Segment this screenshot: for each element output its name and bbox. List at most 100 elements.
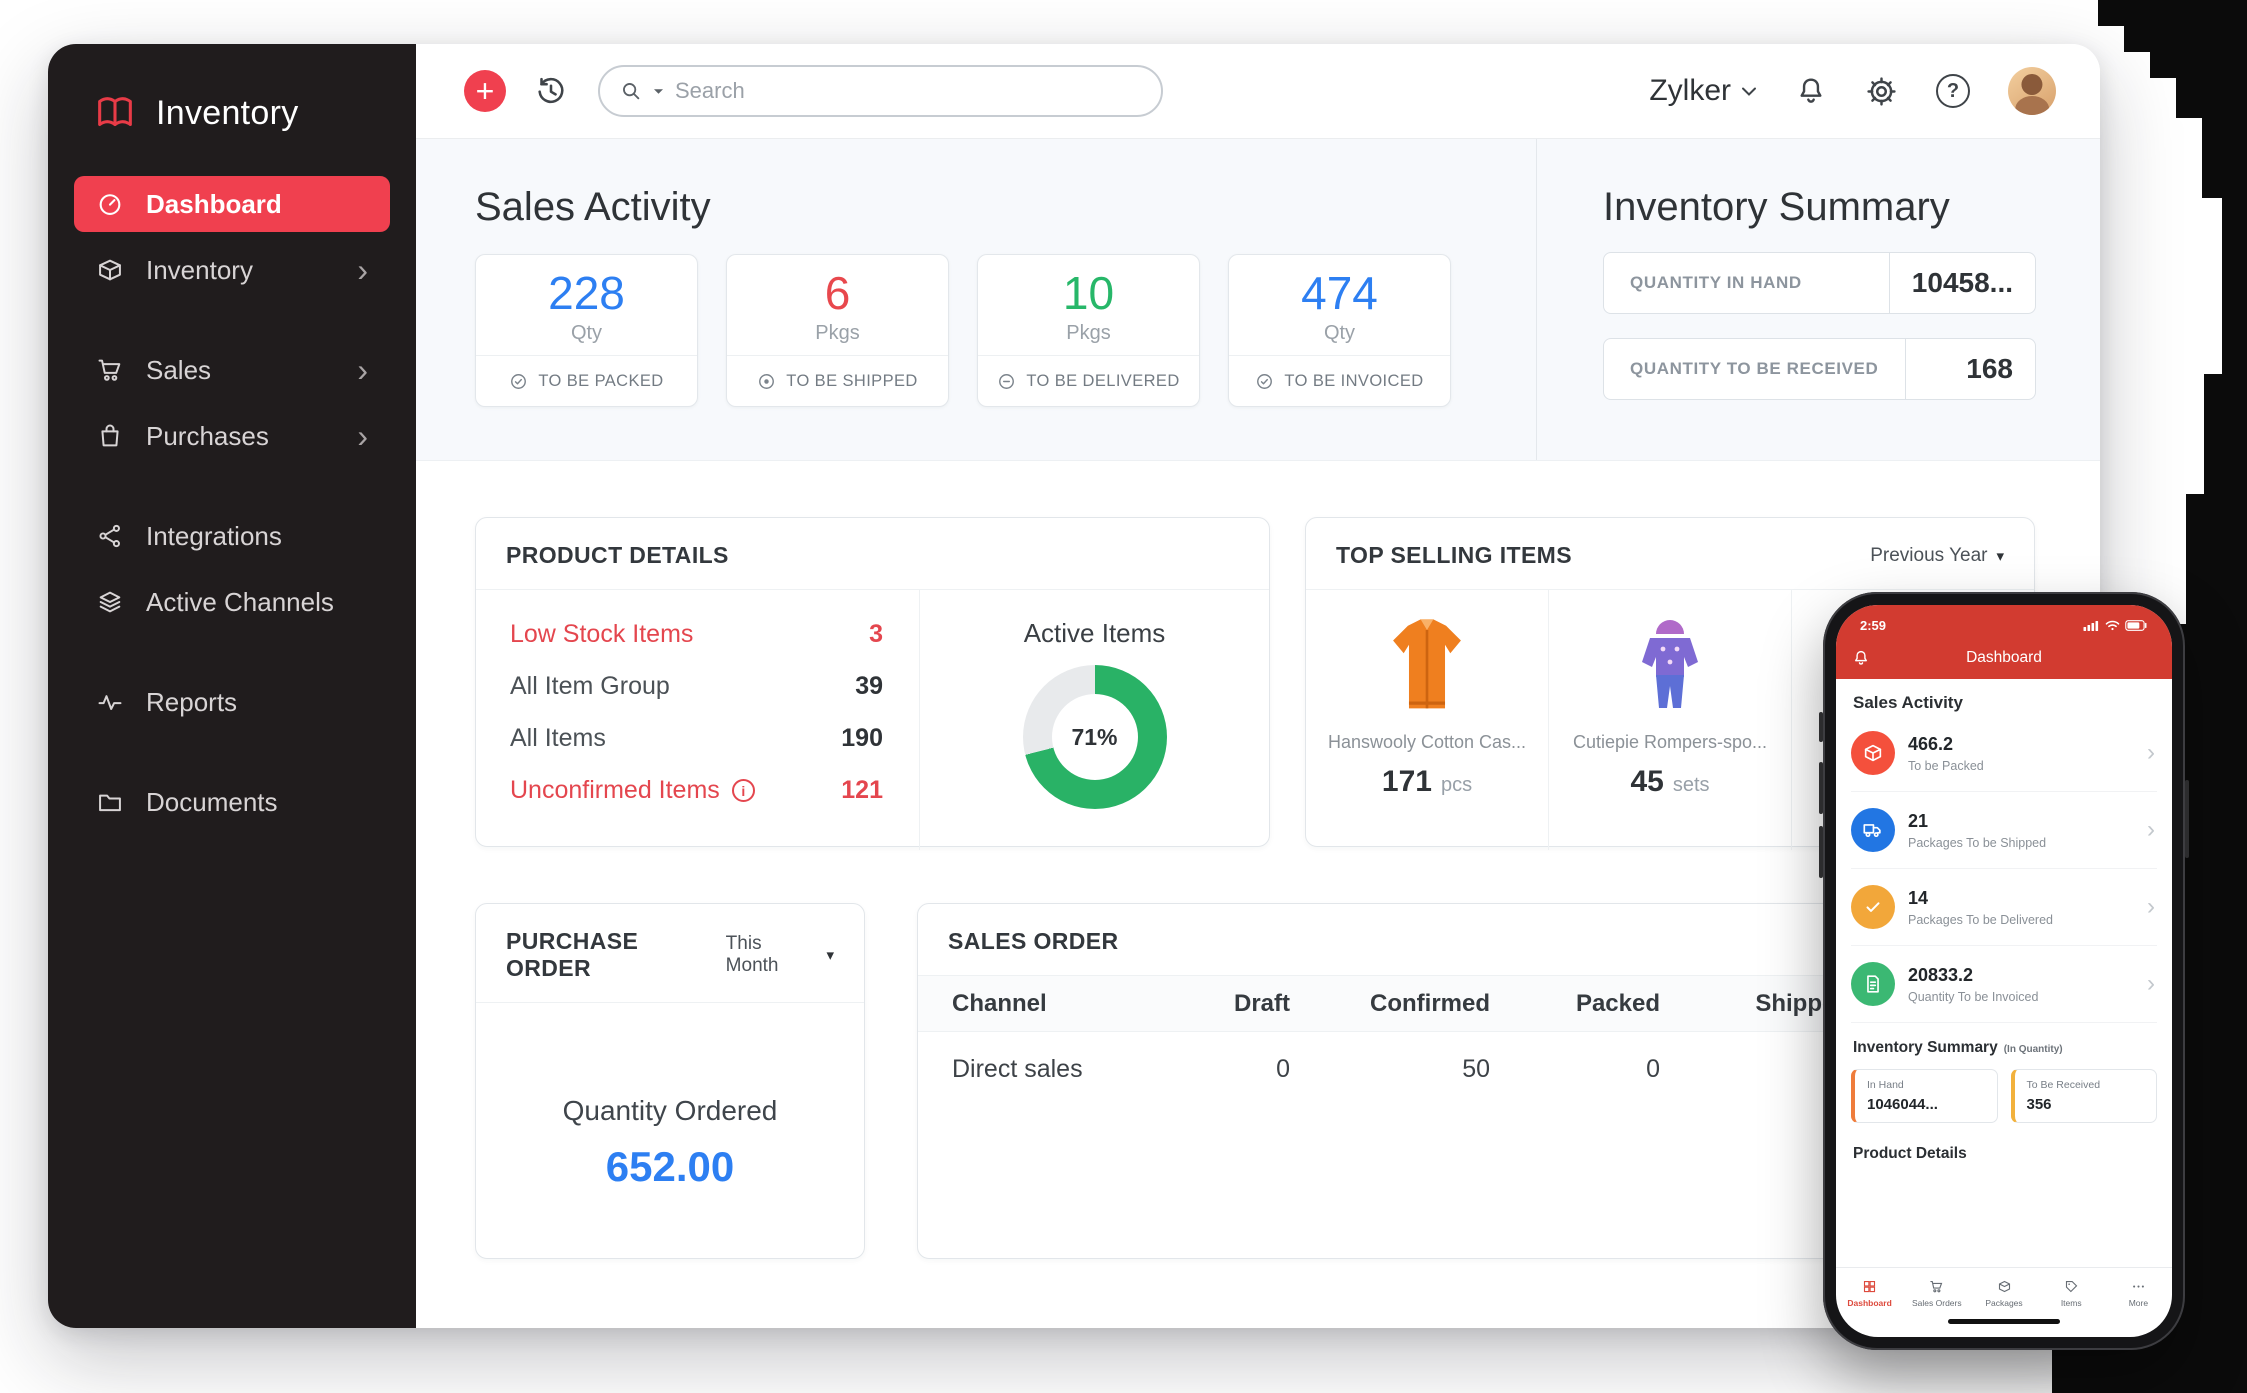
phone-tab-dashboard[interactable]: Dashboard [1836, 1279, 1903, 1308]
row-label: All Items [510, 724, 606, 753]
quantity-in-hand-row[interactable]: QUANTITY IN HAND 10458... [1603, 252, 2036, 314]
chevron-right-icon: › [2147, 893, 2157, 921]
info-icon[interactable]: i [732, 779, 755, 802]
quantity-to-be-received-row[interactable]: QUANTITY TO BE RECEIVED 168 [1603, 338, 2036, 400]
sidebar-spacer [74, 474, 390, 508]
dash-circle-icon [997, 372, 1016, 391]
box-value: 1046044... [1867, 1096, 1985, 1113]
phone-metric-to-be-shipped[interactable]: 21 Packages To be Shipped › [1851, 792, 2157, 869]
sidebar-item-label: Dashboard [146, 189, 282, 220]
sidebar-item-reports[interactable]: Reports [74, 674, 390, 730]
history-icon[interactable] [534, 74, 568, 108]
phone-screen: 2:59 Dashboard Sales Activity [1836, 605, 2172, 1337]
unconfirmed-items-row[interactable]: Unconfirmed Items i 121 [510, 776, 883, 805]
topbar: + Zylker [416, 44, 2100, 139]
donut-percent: 71% [1052, 694, 1138, 780]
metric-label: Quantity To be Invoiced [1908, 990, 2038, 1004]
phone-tab-sales-orders[interactable]: Sales Orders [1903, 1279, 1970, 1308]
sidebar-item-dashboard[interactable]: Dashboard [74, 176, 390, 232]
to-be-delivered-card[interactable]: 10 Pkgs TO BE DELIVERED [977, 254, 1200, 407]
card-unit: Qty [571, 322, 602, 345]
logo[interactable]: Inventory [48, 44, 416, 176]
org-selector[interactable]: Zylker [1649, 74, 1757, 108]
search-bar [598, 65, 1163, 117]
sidebar-spacer [74, 640, 390, 674]
sidebar-item-label: Active Channels [146, 587, 334, 618]
card-value: 474 [1301, 266, 1378, 320]
cart-icon [96, 356, 124, 384]
bag-icon [96, 422, 124, 450]
sidebar-item-purchases[interactable]: Purchases › [74, 408, 390, 464]
all-item-group-row[interactable]: All Item Group 39 [510, 672, 883, 701]
folder-icon [96, 788, 124, 816]
caret-down-icon: ▾ [1996, 547, 2004, 565]
pixel-decoration [2202, 118, 2247, 198]
pixel-decoration [2176, 78, 2247, 118]
active-items-donut: 71% [1023, 665, 1167, 809]
summary-row-value: 10458... [1889, 253, 2035, 313]
phone-mockup: 2:59 Dashboard Sales Activity [1823, 592, 2185, 1350]
phone-in-hand-box[interactable]: In Hand 1046044... [1851, 1069, 1998, 1123]
sidebar-item-label: Inventory [146, 255, 253, 286]
phone-tab-packages[interactable]: Packages [1970, 1279, 2037, 1308]
summary-row-label: QUANTITY IN HAND [1604, 253, 1889, 313]
card-value: 228 [548, 266, 625, 320]
add-button[interactable]: + [464, 70, 506, 112]
notifications-bell-icon[interactable] [1795, 75, 1827, 107]
low-stock-items-row[interactable]: Low Stock Items 3 [510, 620, 883, 649]
sidebar-item-documents[interactable]: Documents [74, 774, 390, 830]
sidebar-item-integrations[interactable]: Integrations [74, 508, 390, 564]
invoice-icon [1851, 962, 1895, 1006]
top-selling-item[interactable]: Cutiepie Rompers-spo... 45 sets [1548, 590, 1791, 850]
inventory-summary-title: Inventory Summary [1603, 185, 2036, 230]
phone-mute-switch [1819, 712, 1823, 742]
home-indicator[interactable] [1948, 1319, 2060, 1324]
phone-tab-items[interactable]: Items [2038, 1279, 2105, 1308]
pixel-decoration [2204, 374, 2247, 494]
period-dropdown[interactable]: This Month ▾ [726, 933, 834, 977]
card-unit: Pkgs [815, 322, 859, 345]
cell-draft: 0 [1176, 1055, 1316, 1084]
product-details-card: PRODUCT DETAILS Low Stock Items 3 All It… [475, 517, 1270, 847]
period-dropdown[interactable]: Previous Year ▾ [1870, 545, 2004, 567]
to-be-invoiced-card[interactable]: 474 Qty TO BE INVOICED [1228, 254, 1451, 407]
phone-bell-icon[interactable] [1852, 649, 1870, 667]
phone-power-button [2185, 780, 2189, 858]
product-unit: sets [1673, 774, 1710, 797]
help-icon[interactable]: ? [1936, 74, 1970, 108]
chevron-down-icon [1741, 86, 1757, 97]
metric-value: 14 [1908, 888, 2053, 909]
sidebar-item-label: Purchases [146, 421, 269, 452]
search-scope-caret-icon[interactable] [652, 87, 665, 96]
phone-body: Sales Activity 466.2 To be Packed › [1836, 679, 2172, 1267]
search-input[interactable] [675, 78, 1141, 104]
product-name: Cutiepie Rompers-spo... [1573, 732, 1767, 753]
column-header: Draft [1176, 990, 1316, 1018]
metric-label: To be Packed [1908, 759, 1984, 773]
phone-time: 2:59 [1860, 618, 1886, 633]
cellular-signal-icon [2083, 620, 2100, 631]
period-value: This Month [726, 933, 818, 977]
card-title: TOP SELLING ITEMS [1336, 542, 1572, 569]
metric-value: 21 [1908, 811, 2046, 832]
sidebar-item-inventory[interactable]: Inventory › [74, 242, 390, 298]
phone-metric-to-be-invoiced[interactable]: 20833.2 Quantity To be Invoiced › [1851, 946, 2157, 1023]
settings-gear-icon[interactable] [1865, 75, 1898, 108]
product-qty: 171 [1382, 765, 1432, 799]
top-selling-item[interactable]: Hanswooly Cotton Cas... 171 pcs [1306, 590, 1548, 850]
phone-metric-to-be-delivered[interactable]: 14 Packages To be Delivered › [1851, 869, 2157, 946]
box-label: In Hand [1867, 1079, 1985, 1091]
metric-label: Packages To be Delivered [1908, 913, 2053, 927]
to-be-packed-card[interactable]: 228 Qty TO BE PACKED [475, 254, 698, 407]
phone-to-be-received-box[interactable]: To Be Received 356 [2011, 1069, 2158, 1123]
user-avatar[interactable] [2008, 67, 2056, 115]
sidebar-item-active-channels[interactable]: Active Channels [74, 574, 390, 630]
phone-metric-to-be-packed[interactable]: 466.2 To be Packed › [1851, 715, 2157, 792]
to-be-shipped-card[interactable]: 6 Pkgs TO BE SHIPPED [726, 254, 949, 407]
quantity-ordered-value: 652.00 [606, 1143, 734, 1191]
sidebar-item-sales[interactable]: Sales › [74, 342, 390, 398]
quantity-ordered-label: Quantity Ordered [563, 1095, 778, 1127]
sidebar-item-label: Integrations [146, 521, 282, 552]
phone-tab-more[interactable]: More [2105, 1279, 2172, 1308]
all-items-row[interactable]: All Items 190 [510, 724, 883, 753]
